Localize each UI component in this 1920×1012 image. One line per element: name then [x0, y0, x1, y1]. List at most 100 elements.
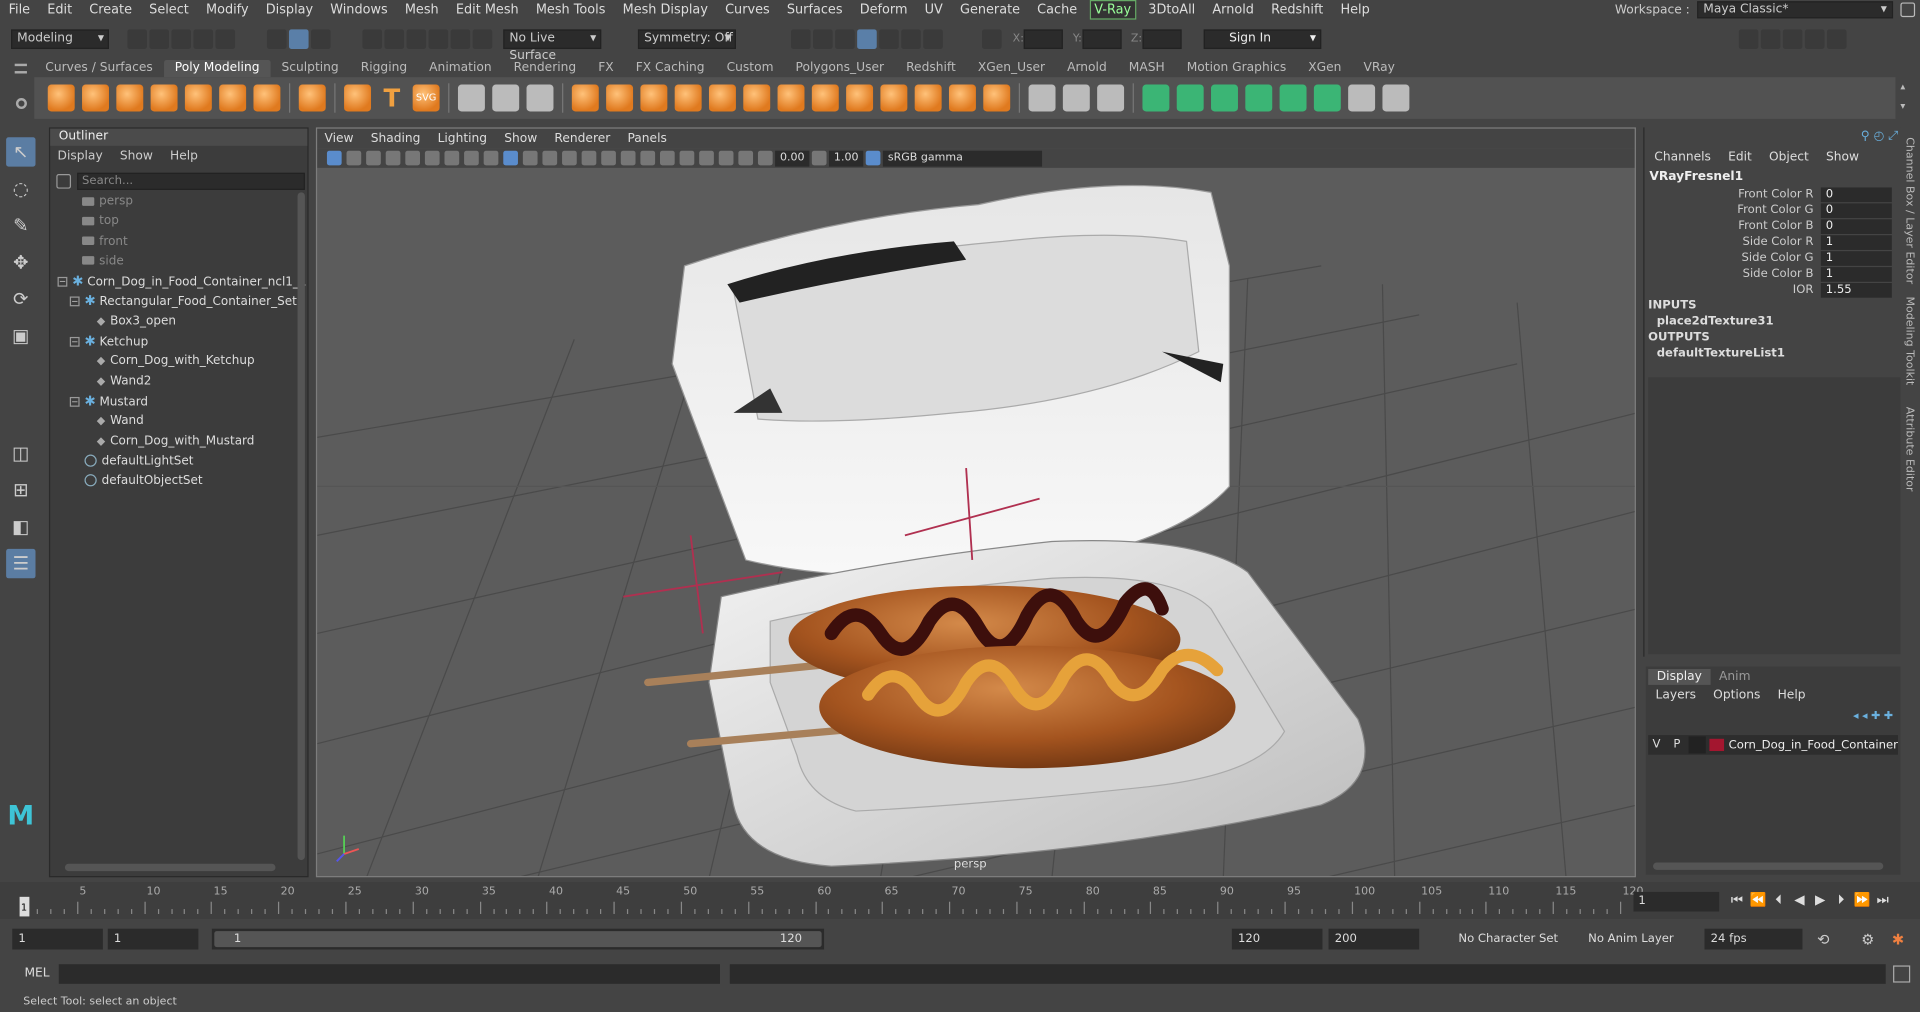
move-tool-icon[interactable]: ✥ — [6, 247, 35, 276]
sign-in-button[interactable]: Sign In — [1203, 29, 1321, 50]
outliner-item[interactable]: − ✱ Ketchup — [50, 332, 295, 352]
layer-menu-help[interactable]: Help — [1778, 689, 1806, 702]
play-backwards-icon[interactable]: ◀ — [1791, 892, 1807, 908]
time-slider[interactable]: 5 10 15 20 25 30 35 40 45 50 55 60 65 70 75 80 85 90 95 100… — [0, 882, 1920, 919]
go-to-start-icon[interactable]: ⏮ — [1729, 892, 1745, 908]
superellipse-icon[interactable] — [344, 84, 372, 112]
channel-box-menu-show[interactable]: Show — [1826, 151, 1859, 164]
step-forward-icon[interactable]: ⏩ — [1854, 892, 1871, 908]
poly-plane-icon[interactable] — [219, 84, 247, 112]
current-frame-marker[interactable]: 1 — [19, 896, 30, 917]
shelf-tab-poly-modeling[interactable]: Poly Modeling — [163, 60, 271, 78]
append-polygon-icon[interactable] — [948, 84, 976, 112]
target-weld-icon[interactable] — [1062, 84, 1090, 112]
grid-toggle-icon[interactable] — [464, 150, 479, 166]
toggle-channel-box-icon[interactable] — [1804, 29, 1825, 50]
workspace-dropdown[interactable]: Maya Classic* — [1697, 1, 1894, 19]
menu-3dtoall[interactable]: 3DtoAll — [1140, 1, 1204, 18]
uv-cylindrical-icon[interactable] — [1211, 84, 1238, 112]
outliner-horizontal-scrollbar[interactable] — [64, 863, 276, 872]
menu-redshift[interactable]: Redshift — [1263, 1, 1332, 18]
auto-key-icon[interactable]: ✱ — [1892, 931, 1904, 948]
separate-icon[interactable] — [606, 84, 634, 112]
outliner-menu-show[interactable]: Show — [120, 149, 153, 162]
combine-icon[interactable] — [571, 84, 599, 112]
poly-torus-icon[interactable] — [184, 84, 212, 112]
wireframe-icon[interactable] — [483, 150, 499, 166]
pause-render-icon[interactable] — [923, 29, 943, 50]
menu-generate[interactable]: Generate — [951, 1, 1028, 18]
film-gate-icon[interactable] — [444, 150, 460, 166]
tab-anim[interactable]: Anim — [1710, 669, 1759, 685]
smooth-icon[interactable] — [640, 84, 668, 112]
platonic-solid-icon[interactable] — [298, 84, 326, 112]
render-view-icon[interactable] — [901, 29, 921, 50]
menu-mesh-tools[interactable]: Mesh Tools — [527, 1, 614, 18]
shelf-tab-arnold[interactable]: Arnold — [1056, 60, 1118, 77]
animation-preferences-icon[interactable]: ⚙ — [1861, 931, 1874, 948]
outliner-item[interactable]: side — [50, 252, 295, 272]
outliner-item[interactable]: − ✱ Corn_Dog_in_Food_Container_ncl1_1 — [50, 272, 307, 292]
layer-menu-options[interactable]: Options — [1713, 689, 1760, 702]
command-input[interactable] — [58, 964, 721, 984]
viewport-scene[interactable] — [317, 168, 1636, 877]
transform-mode-icon[interactable] — [982, 29, 1002, 50]
layer-visibility-toggle[interactable]: V — [1648, 736, 1665, 753]
menu-edit-mesh[interactable]: Edit Mesh — [447, 1, 527, 18]
fps-dropdown[interactable]: 24 fps — [1704, 928, 1803, 950]
layer-row[interactable]: V P Corn_Dog_in_Food_Container — [1648, 735, 1898, 755]
toggle-modeling-toolkit-icon[interactable] — [1738, 29, 1759, 50]
attribute-row[interactable]: Side Color G 1 — [1649, 250, 1901, 266]
menu-windows[interactable]: Windows — [322, 1, 397, 18]
character-set-dropdown[interactable]: No Character Set — [1452, 929, 1562, 950]
camera-select-icon[interactable] — [326, 150, 342, 166]
outliner-filter-icon[interactable] — [56, 173, 72, 189]
attribute-value-field[interactable]: 0 — [1820, 202, 1892, 218]
attribute-value-field[interactable]: 0 — [1820, 218, 1892, 234]
snap-view-plane-icon[interactable] — [428, 29, 449, 50]
channel-box-menu-object[interactable]: Object — [1769, 151, 1809, 164]
gamma-icon[interactable] — [811, 150, 827, 166]
exposure-icon[interactable] — [757, 150, 773, 166]
viewport-menu-renderer[interactable]: Renderer — [554, 132, 610, 145]
shelf-tab-polygons-user[interactable]: Polygons_User — [785, 60, 896, 77]
poly-cube-icon[interactable] — [82, 84, 109, 112]
symmetry-dropdown[interactable]: Symmetry: Off — [637, 29, 736, 50]
snap-rotate-icon[interactable] — [472, 29, 493, 50]
bevel-icon[interactable] — [914, 84, 942, 112]
open-scene-icon[interactable] — [149, 29, 169, 50]
outliner-item[interactable]: defaultLightSet — [50, 452, 295, 472]
textured-icon[interactable] — [542, 150, 558, 166]
single-view-layout-icon[interactable]: ◫ — [6, 439, 35, 468]
end-time-field[interactable]: 200 — [1328, 928, 1420, 950]
attribute-row[interactable]: Front Color B 0 — [1649, 218, 1901, 234]
save-scene-icon[interactable] — [171, 29, 192, 50]
collapse-toggle-icon[interactable]: − — [69, 337, 80, 347]
z-coordinate-field[interactable] — [1142, 29, 1182, 50]
shelf-scroll-up-icon[interactable]: ▴ — [1900, 81, 1905, 92]
toggle-tool-settings-icon[interactable] — [1782, 29, 1803, 50]
render-frame-icon[interactable] — [813, 29, 833, 50]
collapse-toggle-icon[interactable]: − — [69, 396, 80, 407]
shelf-tab-rendering[interactable]: Rendering — [503, 60, 588, 77]
poly-cone-icon[interactable] — [150, 84, 178, 112]
output-node[interactable]: defaultTextureList1 — [1657, 347, 1785, 360]
uv-editor-icon[interactable] — [1142, 84, 1170, 112]
render-settings-icon[interactable] — [857, 29, 877, 50]
menu-cache[interactable]: Cache — [1029, 1, 1086, 18]
render-history-icon[interactable] — [791, 29, 811, 50]
hypershade-icon[interactable] — [879, 29, 899, 50]
xray-joints-icon[interactable] — [718, 150, 734, 166]
uv-spherical-icon[interactable] — [1245, 84, 1273, 112]
attribute-row[interactable]: Front Color R 0 — [1649, 186, 1901, 202]
select-object-icon[interactable] — [288, 29, 309, 50]
step-forward-key-icon[interactable]: ⏵ — [1833, 892, 1849, 908]
shelf-settings-gear-icon[interactable] — [15, 98, 27, 110]
paint-select-tool-icon[interactable]: ✎ — [6, 211, 35, 240]
two-view-layout-icon[interactable]: ◧ — [6, 512, 35, 541]
x-coordinate-field[interactable] — [1023, 29, 1064, 50]
viewport-menu-lighting[interactable]: Lighting — [438, 132, 487, 145]
select-component-icon[interactable] — [311, 29, 331, 50]
menu-surfaces[interactable]: Surfaces — [778, 1, 851, 18]
attribute-value-field[interactable]: 0 — [1820, 186, 1892, 202]
